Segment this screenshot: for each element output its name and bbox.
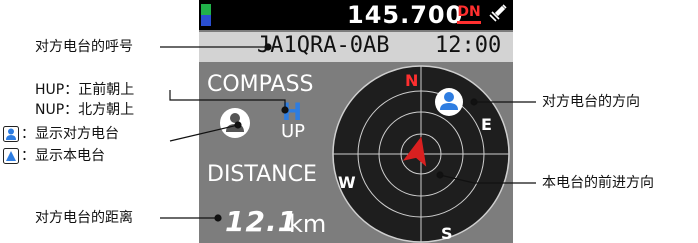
frequency-display: 145.700 — [347, 1, 464, 29]
status-bar: 145.700 DN — [199, 0, 513, 30]
callout-partner-direction: 对方电台的方向 — [542, 94, 640, 110]
partner-direction-pin-icon — [435, 88, 463, 116]
own-station-legend-icon — [3, 148, 19, 164]
compass-dial: N E S W — [332, 65, 510, 243]
partner-station-legend-icon — [3, 126, 19, 142]
compass-south-label: S — [441, 224, 453, 243]
callout-hup: HUP：正前朝上 — [35, 82, 135, 98]
distance-unit: km — [289, 210, 327, 238]
dn-mode-badge: DN — [457, 5, 481, 24]
partner-station-pin-icon — [220, 108, 250, 138]
compass-label: COMPASS — [207, 72, 314, 97]
gps-satellite-icon — [489, 4, 507, 22]
radio-screen: 145.700 DN JA1QRA-0AB 12:00 COMPASS H UP… — [199, 0, 513, 243]
signal-bar-green — [201, 4, 211, 15]
compass-north-label: N — [405, 71, 418, 90]
partner-callsign: JA1QRA-0AB — [257, 33, 390, 58]
clock-time: 12:00 — [435, 33, 502, 58]
compass-west-label: W — [338, 173, 356, 192]
callout-show-partner: ：显示对方电台 — [21, 126, 119, 142]
heading-mode-sub: UP — [280, 121, 306, 142]
compass-east-label: E — [481, 115, 492, 134]
callout-nup: NUP：北方朝上 — [35, 102, 135, 118]
callout-partner-callsign: 对方电台的呼号 — [35, 39, 133, 55]
callout-show-self: ：显示本电台 — [21, 148, 105, 164]
callsign-row: JA1QRA-0AB 12:00 — [199, 32, 513, 62]
distance-label: DISTANCE — [207, 162, 317, 187]
distance-value: 12.1 — [225, 205, 299, 238]
callout-partner-distance: 对方电台的距离 — [35, 210, 133, 226]
callout-own-heading: 本电台的前进方向 — [542, 175, 654, 191]
signal-bar-blue — [201, 15, 211, 26]
